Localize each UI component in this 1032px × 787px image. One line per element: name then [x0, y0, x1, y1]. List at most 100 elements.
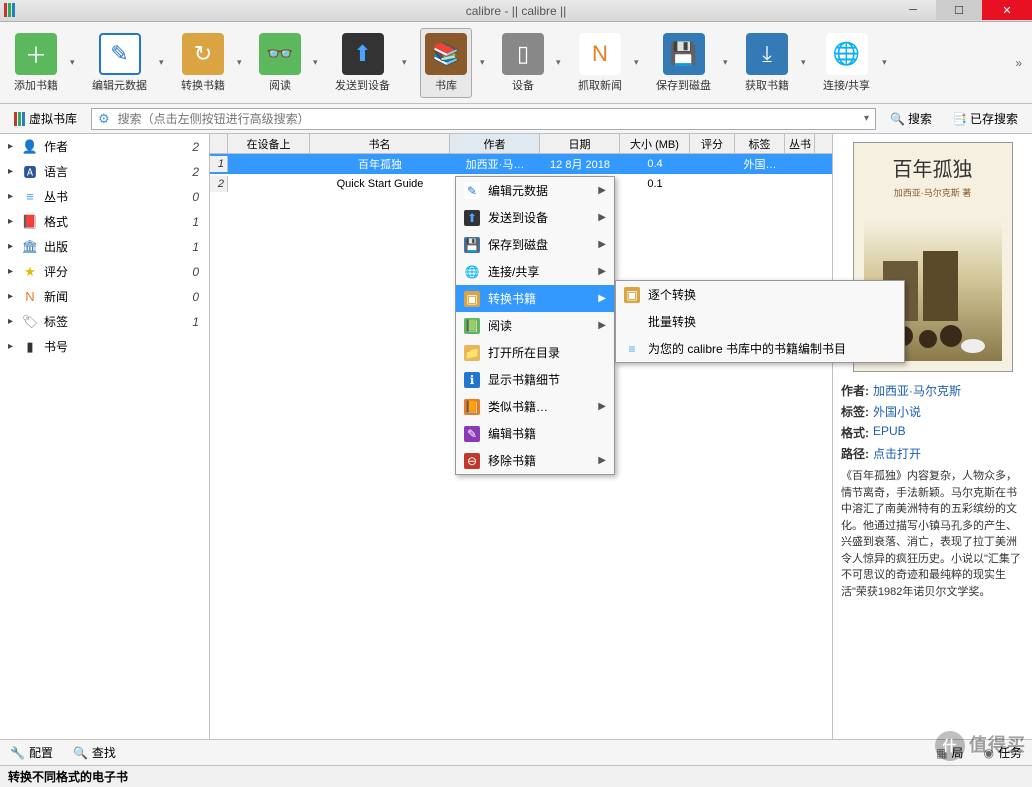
find-label: 查找 — [92, 744, 116, 761]
menu-item-阅读[interactable]: 📗阅读▶ — [456, 312, 614, 339]
sidebar-item-出版[interactable]: ▸🏛出版1 — [0, 234, 209, 259]
toolbar-dropdown[interactable]: ▾ — [882, 57, 892, 68]
expand-icon: ▸ — [8, 141, 16, 152]
gear-icon[interactable]: ⚙ — [92, 111, 116, 127]
toolbar-icon: 🌐 — [826, 33, 868, 75]
column-header[interactable]: 书名 — [310, 134, 450, 153]
toolbar-连接/共享[interactable]: 🌐连接/共享 — [819, 29, 874, 97]
toolbar-dropdown[interactable]: ▾ — [237, 57, 247, 68]
column-header[interactable]: 在设备上 — [228, 134, 310, 153]
toolbar-icon: 📚 — [425, 33, 467, 75]
sidebar-item-作者[interactable]: ▸👤作者2 — [0, 134, 209, 159]
toolbar-dropdown[interactable]: ▾ — [723, 57, 733, 68]
column-header[interactable]: 评分 — [690, 134, 735, 153]
submenu-item-批量转换[interactable]: 批量转换 — [616, 308, 904, 335]
column-header[interactable]: 大小 (MB) — [620, 134, 690, 153]
table-row[interactable]: 1百年孤独加西亚·马…12 8月 20180.4外国… — [210, 154, 832, 174]
menu-icon: ▣ — [624, 287, 640, 303]
sidebar-item-丛书[interactable]: ▸≡丛书0 — [0, 184, 209, 209]
column-header[interactable]: 丛书 — [785, 134, 815, 153]
submenu-item-为您的 calibre 书库中的书籍编制书目[interactable]: ≡为您的 calibre 书库中的书籍编制书目 — [616, 335, 904, 362]
meta-value[interactable]: EPUB — [873, 424, 906, 441]
search-input[interactable] — [116, 110, 858, 128]
sidebar-item-新闻[interactable]: ▸N新闻0 — [0, 284, 209, 309]
menu-item-保存到磁盘[interactable]: 💾保存到磁盘▶ — [456, 231, 614, 258]
saved-searches-button[interactable]: 📑 已存搜索 — [946, 108, 1024, 129]
category-icon: ★ — [22, 264, 38, 280]
toolbar-抓取新闻[interactable]: N抓取新闻 — [574, 29, 626, 97]
sidebar-count: 1 — [192, 215, 205, 229]
sidebar-count: 0 — [192, 290, 205, 304]
menu-item-连接/共享[interactable]: 🌐连接/共享▶ — [456, 258, 614, 285]
toolbar-dropdown[interactable]: ▾ — [70, 57, 80, 68]
sidebar-item-语言[interactable]: ▸🅰语言2 — [0, 159, 209, 184]
maximize-button[interactable]: ☐ — [936, 0, 982, 20]
column-header[interactable]: 日期 — [540, 134, 620, 153]
search-button-label: 搜索 — [908, 110, 932, 127]
meta-value[interactable]: 点击打开 — [873, 445, 921, 462]
toolbar-书库[interactable]: 📚书库 — [420, 28, 472, 98]
toolbar-阅读[interactable]: 👓阅读 — [255, 29, 305, 97]
toolbar-转换书籍[interactable]: ↻转换书籍 — [177, 29, 229, 97]
toolbar-dropdown[interactable]: ▾ — [313, 57, 323, 68]
menu-label: 编辑元数据 — [488, 182, 590, 199]
search-button[interactable]: 🔍 搜索 — [884, 108, 938, 129]
meta-row: 作者:加西亚·马尔克斯 — [841, 382, 1024, 399]
detail-panel: 百年孤独 加西亚·马尔克斯 著 作者:加西亚·马尔克斯标签:外国小说格式:EPU… — [832, 134, 1032, 739]
sidebar-item-评分[interactable]: ▸★评分0 — [0, 259, 209, 284]
toolbar-dropdown[interactable]: ▾ — [634, 57, 644, 68]
meta-value[interactable]: 外国小说 — [873, 403, 921, 420]
column-header[interactable]: 作者 — [450, 134, 540, 153]
menu-icon: ⊖ — [464, 453, 480, 469]
menu-item-打开所在目录[interactable]: 📁打开所在目录 — [456, 339, 614, 366]
toolbar-dropdown[interactable]: ▾ — [556, 57, 566, 68]
submenu-arrow-icon: ▶ — [598, 455, 606, 466]
menu-item-显示书籍细节[interactable]: ℹ显示书籍细节 — [456, 366, 614, 393]
menu-item-移除书籍[interactable]: ⊖移除书籍▶ — [456, 447, 614, 474]
dropdown-icon[interactable]: ▾ — [858, 113, 875, 124]
toolbar-设备[interactable]: ▯设备 — [498, 29, 548, 97]
menu-item-转换书籍[interactable]: ▣转换书籍▶ — [456, 285, 614, 312]
menu-item-类似书籍…[interactable]: 📙类似书籍…▶ — [456, 393, 614, 420]
toolbar-dropdown[interactable]: ▾ — [402, 57, 412, 68]
menu-item-编辑元数据[interactable]: ✎编辑元数据▶ — [456, 177, 614, 204]
toolbar-dropdown[interactable]: ▾ — [480, 57, 490, 68]
menu-label: 连接/共享 — [488, 263, 590, 280]
search-bar: 虚拟书库 ⚙ ▾ 🔍 搜索 📑 已存搜索 — [0, 104, 1032, 134]
menu-item-编辑书籍[interactable]: ✎编辑书籍 — [456, 420, 614, 447]
column-header[interactable] — [210, 134, 228, 153]
expand-icon: ▸ — [8, 166, 16, 177]
virtual-library-button[interactable]: 虚拟书库 — [8, 107, 83, 130]
column-header[interactable]: 标签 — [735, 134, 785, 153]
close-button[interactable]: ✕ — [982, 0, 1032, 20]
window-title: calibre - || calibre || — [466, 4, 567, 18]
menu-icon: 🌐 — [464, 264, 480, 280]
toolbar-编辑元数据[interactable]: ✎编辑元数据 — [88, 29, 151, 97]
menu-icon: 📗 — [464, 318, 480, 334]
toolbar-发送到设备[interactable]: ⬆发送到设备 — [331, 29, 394, 97]
sidebar-item-标签[interactable]: ▸🏷标签1 — [0, 309, 209, 334]
layout-button[interactable]: ▦ 局 — [936, 744, 963, 761]
meta-value[interactable]: 加西亚·马尔克斯 — [873, 382, 961, 399]
toolbar-icon: ⬆ — [342, 33, 384, 75]
toolbar-保存到磁盘[interactable]: 💾保存到磁盘 — [652, 29, 715, 97]
toolbar-添加书籍[interactable]: ＋添加书籍 — [10, 29, 62, 97]
toolbar-dropdown[interactable]: ▾ — [801, 57, 811, 68]
toolbar-获取书籍[interactable]: ⤓获取书籍 — [741, 29, 793, 97]
sidebar-item-格式[interactable]: ▸📕格式1 — [0, 209, 209, 234]
toolbar-dropdown[interactable]: ▾ — [159, 57, 169, 68]
toolbar-icon: 👓 — [259, 33, 301, 75]
jobs-button[interactable]: ◉ 任务 — [984, 744, 1023, 761]
submenu-item-逐个转换[interactable]: ▣逐个转换 — [616, 281, 904, 308]
menu-item-发送到设备[interactable]: ⬆发送到设备▶ — [456, 204, 614, 231]
expand-icon: ▸ — [8, 241, 16, 252]
sidebar-count: 1 — [192, 240, 205, 254]
minimize-button[interactable]: ─ — [890, 0, 936, 20]
expand-icon: ▸ — [8, 191, 16, 202]
config-button[interactable]: 🔧 配置 — [10, 744, 53, 761]
sidebar-item-书号[interactable]: ▸▮书号 — [0, 334, 209, 359]
menu-label: 保存到磁盘 — [488, 236, 590, 253]
find-button[interactable]: 🔍 查找 — [73, 744, 116, 761]
toolbar-label: 转换书籍 — [181, 77, 225, 93]
toolbar-overflow[interactable]: » — [1015, 56, 1022, 70]
